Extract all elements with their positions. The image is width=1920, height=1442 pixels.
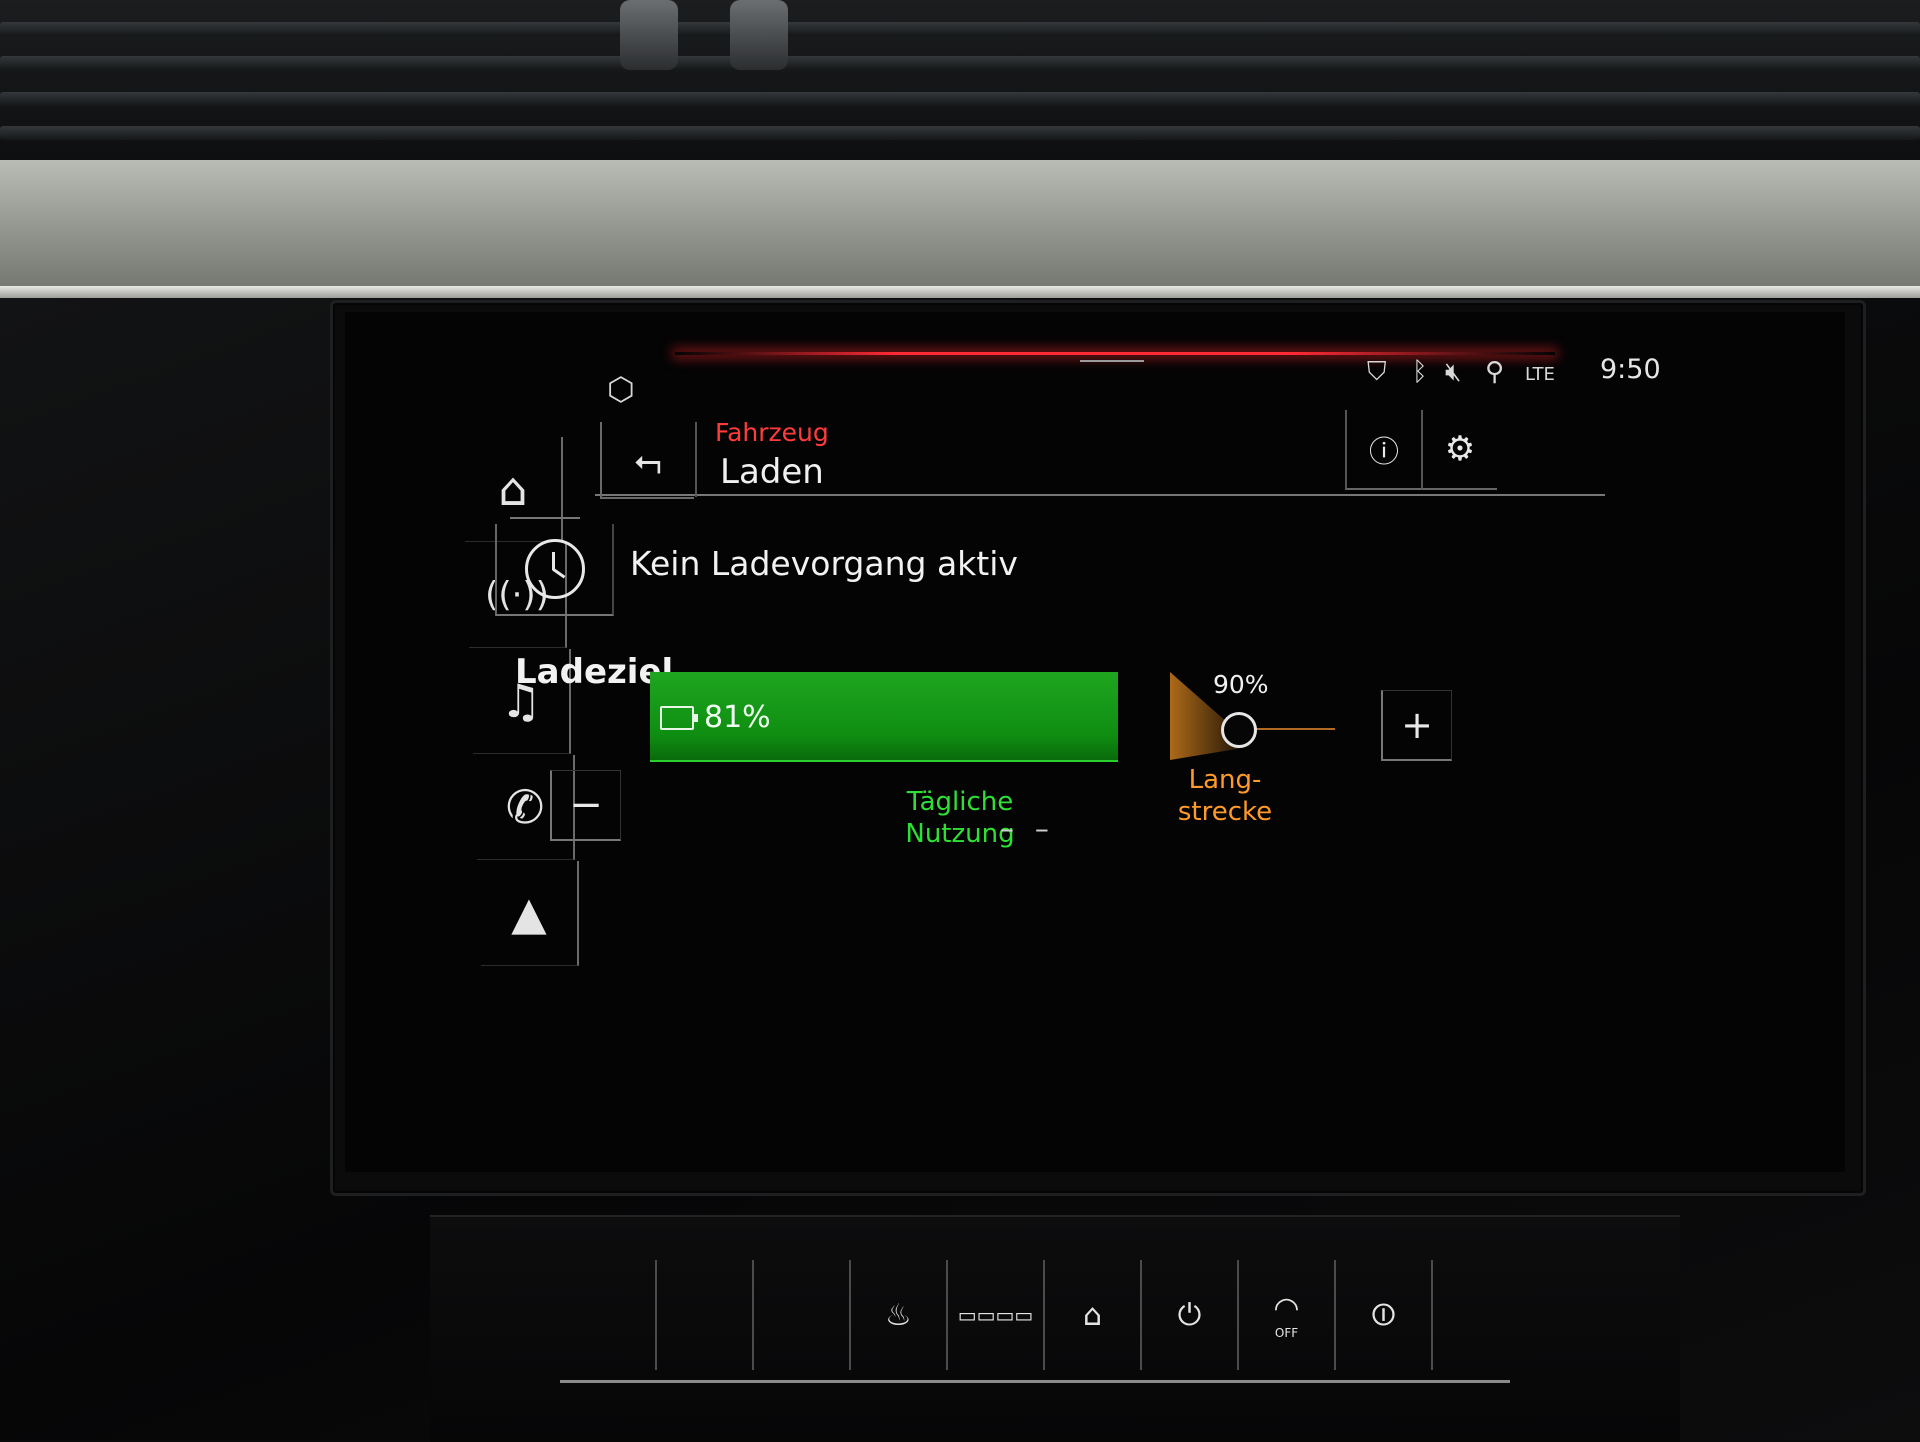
long-distance-label: Lang- strecke — [1165, 764, 1285, 828]
long-distance-line2: strecke — [1177, 797, 1273, 827]
charge-plug-button[interactable]: ⏻ — [1142, 1260, 1239, 1370]
charge-timer-button[interactable] — [495, 524, 614, 616]
increase-target-button[interactable]: + — [1381, 690, 1452, 761]
display-power-button[interactable]: ⏼ — [1336, 1260, 1433, 1370]
plus-icon: + — [1401, 703, 1433, 747]
info-button[interactable]: ⓘ — [1345, 410, 1421, 490]
nav-rail: ⌂ ((·)) ♫ ✆ ▲ — [465, 437, 579, 966]
home-lift-icon: ⌂ — [1082, 1297, 1103, 1333]
user-icon: ⚲ — [1485, 357, 1505, 387]
mute-icon: 🔇︎ — [1445, 357, 1462, 387]
battery-icon — [660, 705, 698, 730]
gear-icon: ⚙ — [1444, 429, 1476, 469]
plug-icon: ⏻ — [1177, 1297, 1202, 1333]
infotainment-screen: ⬡ ⛉ ᛒ 🔇︎ ⚲ LTE 9:50 ⌂ ((·)) ♫ ✆ ▲ ⮢ Fahr… — [345, 312, 1845, 1172]
navigation-arrow-icon: ▲ — [511, 886, 547, 940]
climate-button-bar: ♨ ▭▭▭▭ ⌂ ⏻ ◠ OFF ⏼ — [560, 1260, 1510, 1383]
charge-level-label: 81% — [660, 700, 771, 735]
bluetooth-icon: ᛒ — [1412, 357, 1428, 387]
vent-slat — [0, 22, 1920, 36]
target-percent: 90% — [1213, 670, 1269, 699]
back-arrow-icon: ⮢ — [634, 439, 662, 480]
climate-slot-empty[interactable] — [657, 1260, 754, 1370]
climate-slot-empty[interactable] — [560, 1260, 657, 1370]
vent-slat — [0, 126, 1920, 140]
defrost-grid-icon: ▭▭▭▭ — [957, 1303, 1034, 1327]
dashboard-trim — [0, 160, 1920, 300]
home-icon: ⌂ — [498, 462, 528, 516]
pulldown-handle[interactable] — [1080, 360, 1144, 362]
settings-button[interactable]: ⚙ — [1421, 410, 1497, 490]
climate-slot-empty[interactable] — [754, 1260, 851, 1370]
phone-icon: ✆ — [505, 780, 545, 834]
current-charge-percent: 81% — [704, 700, 771, 735]
home-lift-button[interactable]: ⌂ — [1045, 1260, 1142, 1370]
clock-icon — [524, 539, 585, 599]
info-icon: ⓘ — [1369, 435, 1399, 470]
divider — [510, 517, 580, 519]
vent-slat — [0, 56, 1920, 70]
cube-icon[interactable]: ⬡ — [607, 370, 635, 408]
page-title: Laden — [720, 452, 824, 492]
target-slider-thumb[interactable] — [1221, 712, 1257, 748]
vent-knob[interactable] — [620, 0, 678, 70]
defrost-button[interactable]: ▭▭▭▭ — [948, 1260, 1045, 1370]
nav-navigation[interactable]: ▲ — [481, 861, 579, 966]
chrome-strip — [0, 286, 1920, 298]
display-power-icon: ⏼ — [1371, 1297, 1396, 1333]
back-button[interactable]: ⮢ — [600, 422, 694, 499]
red-accent-glow — [675, 352, 1555, 355]
breadcrumb: Fahrzeug — [715, 418, 829, 447]
seat-heating-button[interactable]: ♨ — [851, 1260, 948, 1370]
wiper-off-label: OFF — [1274, 1325, 1299, 1340]
charging-status: Kein Ladevorgang aktiv — [630, 544, 1018, 583]
vent-knob[interactable] — [730, 0, 788, 70]
minus-icon: − — [569, 782, 603, 828]
range-placeholder: – – — [1000, 812, 1055, 845]
vent-slat — [0, 92, 1920, 106]
clock: 9:50 — [1600, 354, 1661, 385]
header-divider — [695, 422, 697, 497]
long-distance-line1: Lang- — [1188, 765, 1262, 795]
decrease-target-button[interactable]: − — [550, 770, 621, 841]
shield-location-icon: ⛉ — [1367, 357, 1387, 387]
seat-heating-icon: ♨ — [885, 1297, 912, 1333]
air-vents — [0, 0, 1920, 160]
lte-signal-icon: LTE — [1525, 364, 1555, 385]
wiper-off-icon: ◠ — [1273, 1290, 1300, 1326]
wiper-off-button[interactable]: ◠ OFF — [1239, 1260, 1336, 1370]
